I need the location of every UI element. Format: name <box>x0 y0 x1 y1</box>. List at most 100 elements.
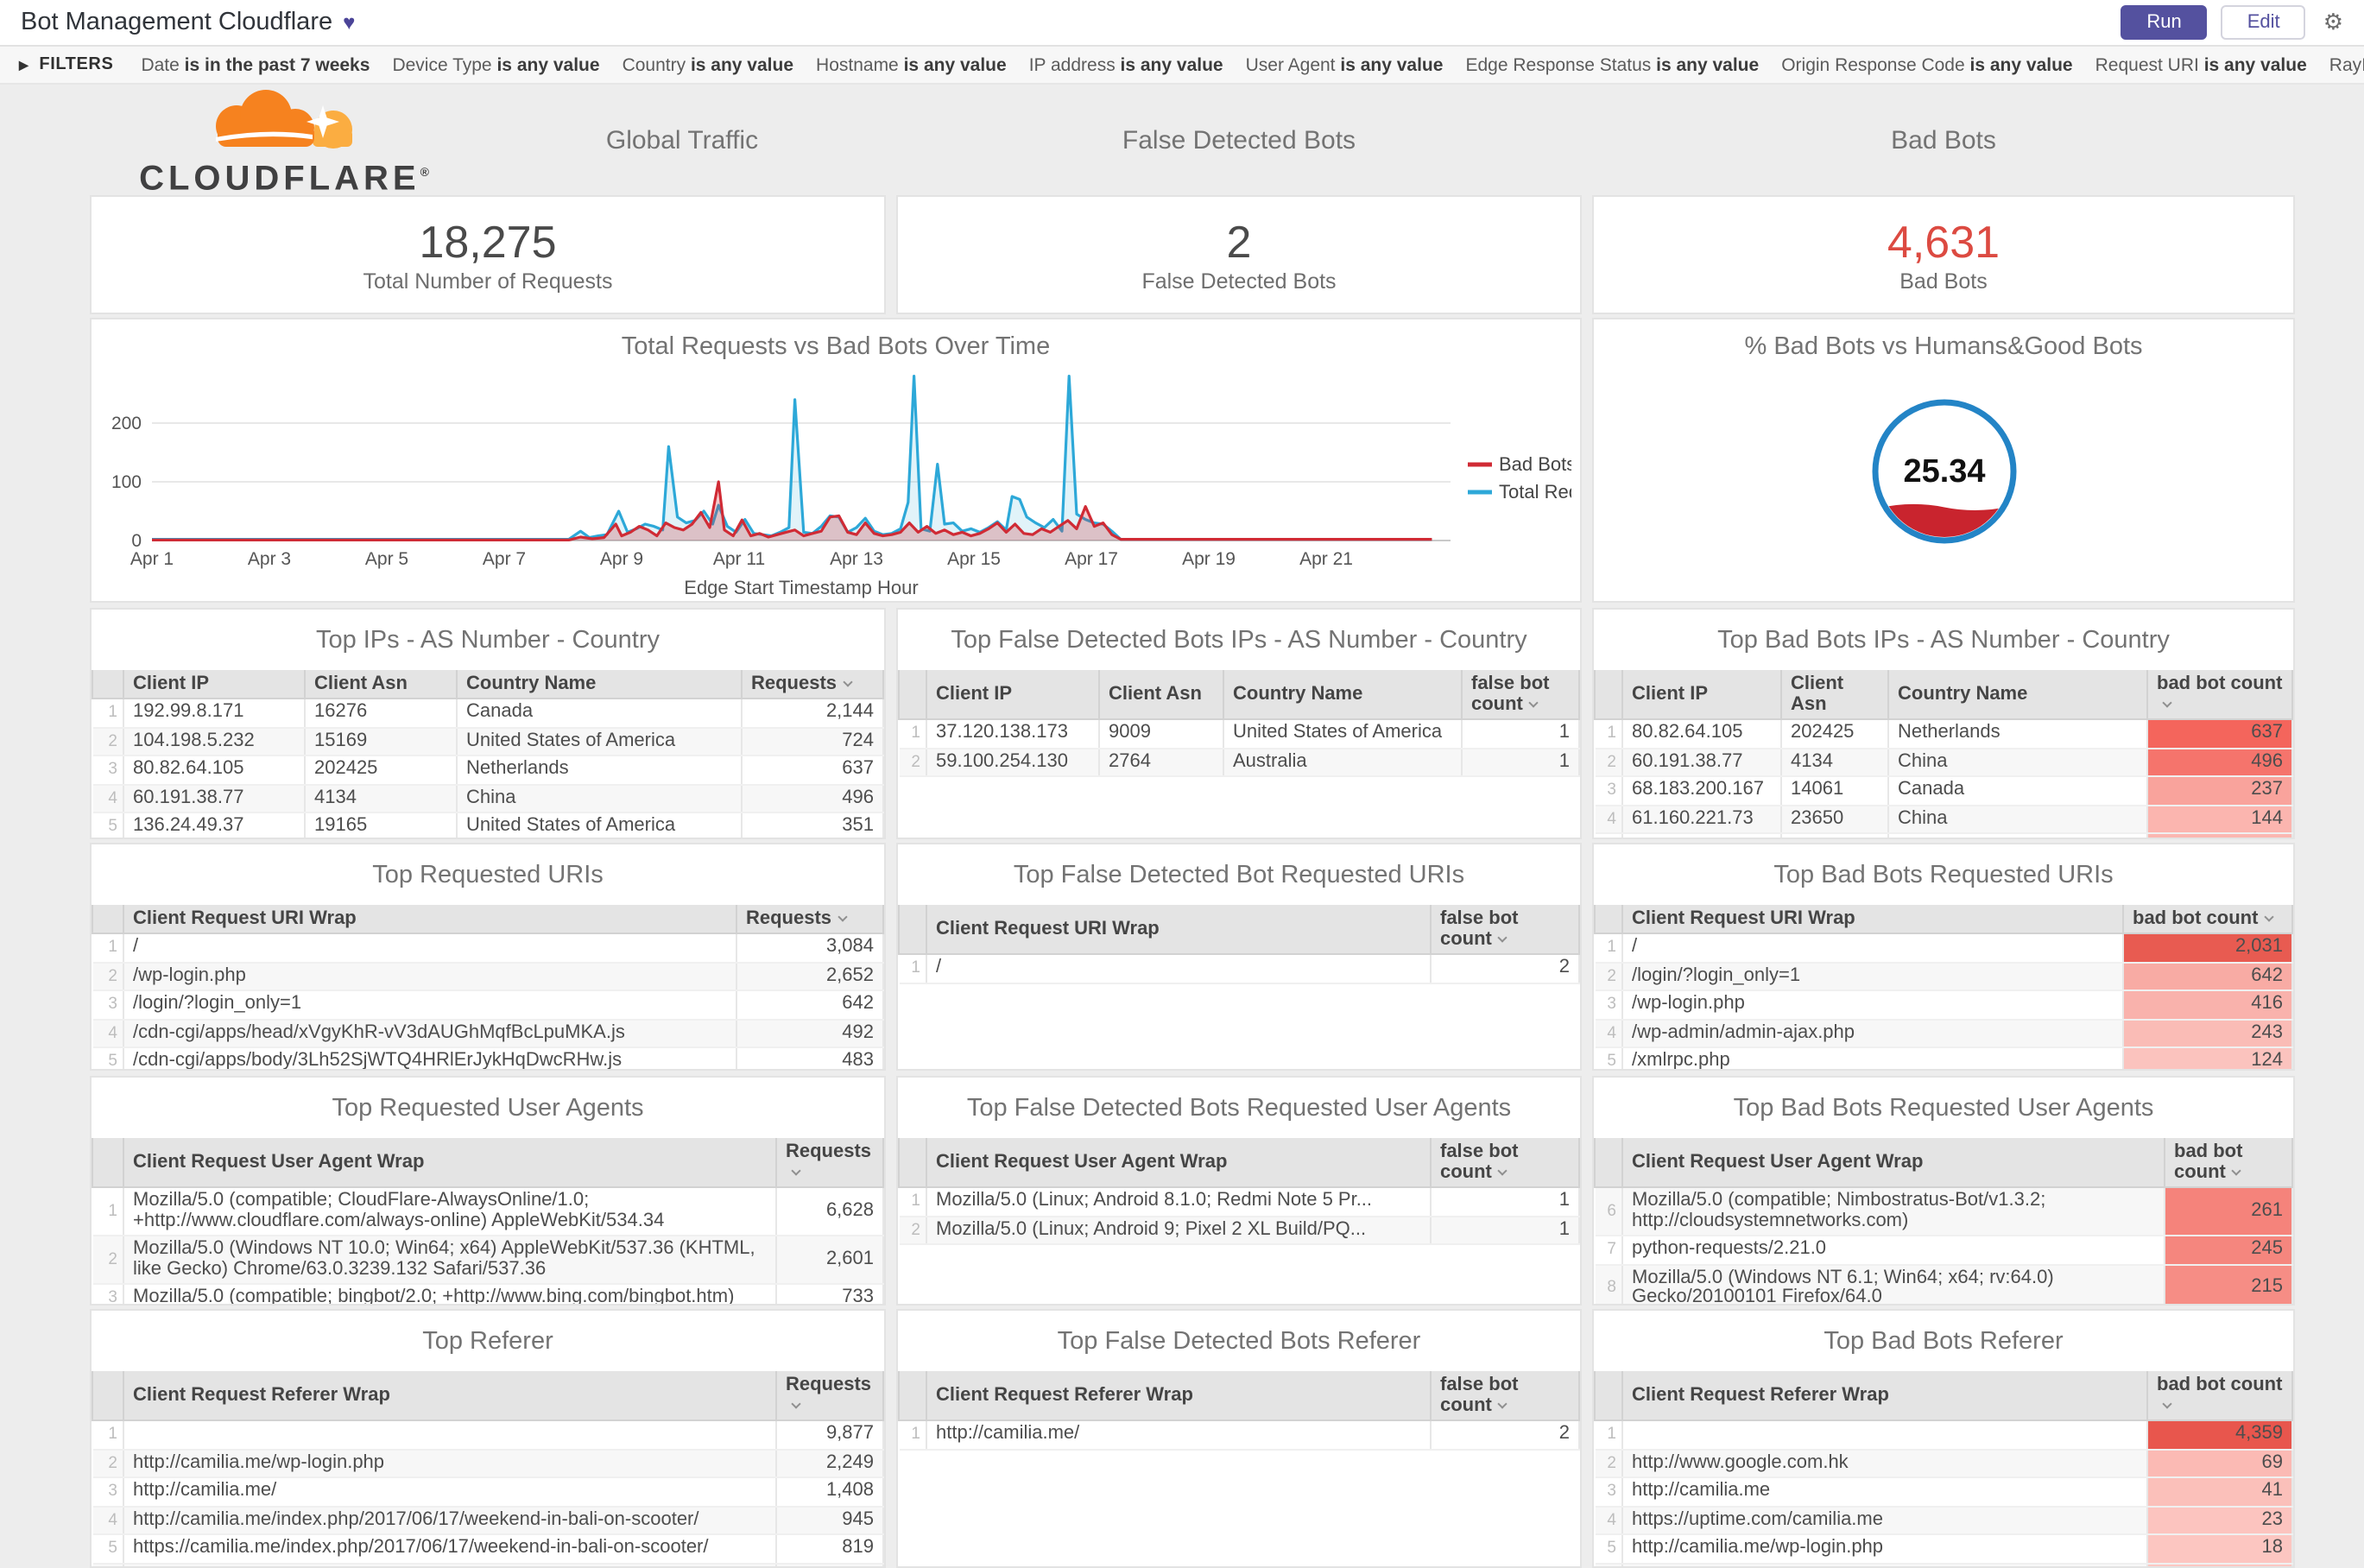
column-header-v[interactable]: Requests <box>775 1371 884 1421</box>
column-header-ref[interactable]: Client Request Referer Wrap <box>926 1371 1432 1421</box>
column-header-v[interactable]: Requests <box>741 670 884 699</box>
cell-ref <box>123 1420 777 1450</box>
filter-item[interactable]: Hostname is any value <box>816 54 1007 75</box>
column-header-country[interactable]: Country Name <box>1887 670 2148 720</box>
filter-item[interactable]: Edge Response Status is any value <box>1465 54 1759 75</box>
panel-top-ips: Top IPs - AS Number - Country Client IP C… <box>90 608 886 839</box>
row-number: 5 <box>1595 1047 1623 1069</box>
cell-uri: /wp-admin/admin-ajax.php <box>1622 1019 2124 1048</box>
column-header-asn[interactable]: Client Asn <box>1098 670 1224 720</box>
cell-v: 733 <box>776 1284 884 1304</box>
cell-uri: /xmlrpc.php <box>1622 1047 2124 1069</box>
gauge-plot: 25.34 <box>1871 399 2016 544</box>
column-header-country[interactable]: Country Name <box>456 670 743 699</box>
table-row: 1/2,031 <box>1595 933 2293 963</box>
column-header-v[interactable]: bad bot count <box>2146 670 2293 720</box>
filter-item[interactable]: Device Type is any value <box>392 54 599 75</box>
table-row: 1 9,877 <box>92 1420 884 1450</box>
cell-v: 3,084 <box>736 933 884 963</box>
filter-item[interactable]: Origin Response Code is any value <box>1781 54 2072 75</box>
chart-title: Total Requests vs Bad Bots Over Time <box>621 333 1051 361</box>
gridlines: 0 100 200 Apr 1 Apr 3 Apr 5 Apr 7 Apr 9 Apr 11 Ap… <box>111 414 1451 598</box>
column-header-v[interactable]: bad bot count <box>2122 905 2293 934</box>
column-header-ua[interactable]: Client Request User Agent Wrap <box>926 1138 1432 1188</box>
filter-item[interactable]: Country is any value <box>623 54 793 75</box>
column-header-uri[interactable]: Client Request URI Wrap <box>1621 905 2124 934</box>
cell-country: Canada <box>1888 776 2148 806</box>
section-header-band: CLOUDFLARE® Global Traffic False Detecte… <box>90 85 2364 196</box>
row-number: 4 <box>92 784 124 813</box>
column-header-v[interactable]: Requests <box>775 1138 884 1188</box>
table-row: 1/2 <box>899 954 1580 983</box>
cell-country: China <box>457 784 743 813</box>
filter-name: Device Type <box>392 54 497 75</box>
column-header-uri[interactable]: Client Request URI Wrap <box>926 905 1432 955</box>
column-header-asn[interactable]: Client Asn <box>1780 670 1889 720</box>
kpi-label: Total Number of Requests <box>363 269 613 294</box>
column-header-asn[interactable]: Client Asn <box>304 670 458 699</box>
filters-toggle[interactable]: ▶ FILTERS <box>19 55 113 74</box>
sort-chevron-icon <box>2162 698 2172 708</box>
column-header-ua[interactable]: Client Request User Agent Wrap <box>123 1138 777 1188</box>
page-title: Bot Management Cloudflare <box>21 9 333 36</box>
cell-v: 6,628 <box>776 1187 884 1236</box>
filter-item[interactable]: User Agent is any value <box>1246 54 1444 75</box>
filter-item[interactable]: Request URI is any value <box>2095 54 2307 75</box>
cell-country: Netherlands <box>457 756 743 785</box>
panel-top-uris: Top Requested URIs Client Request URI Wr… <box>90 843 886 1071</box>
filter-item[interactable]: Date is in the past 7 weeks <box>141 54 370 75</box>
filter-value: is any value <box>690 54 794 75</box>
filter-item[interactable]: IP address is any value <box>1029 54 1223 75</box>
svg-text:Apr 11: Apr 11 <box>713 549 765 569</box>
kpi-label: False Detected Bots <box>1141 269 1337 294</box>
column-header-v[interactable]: bad bot count <box>2164 1138 2293 1188</box>
table-row: 6 Mozilla/5.0 (compatible; Nimbostratus-B… <box>1595 1187 2293 1236</box>
data-table: Client Request Referer Wrap Requests 1 9,87… <box>92 1371 884 1566</box>
svg-text:Bad Bots: Bad Bots <box>1499 453 1571 475</box>
cell-ip: 80.82.64.105 <box>1622 719 1782 749</box>
column-header-uri[interactable]: Client Request URI Wrap <box>123 905 737 934</box>
column-header-ip[interactable]: Client IP <box>926 670 1100 720</box>
filter-value: is any value <box>1120 54 1223 75</box>
run-button[interactable]: Run <box>2121 5 2208 40</box>
cell-v: 642 <box>2123 962 2293 991</box>
cell-ip: 136.24.49.37 <box>123 812 306 838</box>
column-header-ip[interactable]: Client IP <box>123 670 306 699</box>
cell-ip: 61.160.221.73 <box>1622 805 1782 834</box>
row-number: 6 <box>1595 1563 1623 1566</box>
header-cell-global: CLOUDFLARE® Global Traffic <box>90 85 886 196</box>
column-header-ref[interactable]: Client Request Referer Wrap <box>1621 1371 2148 1421</box>
table-row: 8 Mozilla/5.0 (Windows NT 6.1; Win64; x64… <box>1595 1264 2293 1304</box>
row-number: 2 <box>1595 1449 1623 1478</box>
column-header-v[interactable]: Requests <box>736 905 884 934</box>
column-header-ip[interactable]: Client IP <box>1621 670 1782 720</box>
kpi-row: 18,275 Total Number of Requests 2 False … <box>90 195 2364 314</box>
panel-title: Top IPs - AS Number - Country <box>315 627 661 654</box>
svg-text:Apr 13: Apr 13 <box>830 549 883 569</box>
cell-ref: http://camilia.me/index.php/2017/06/17/w… <box>123 1506 777 1535</box>
column-header-v[interactable]: false bot count <box>1461 670 1580 720</box>
row-number: 2 <box>92 727 124 756</box>
gear-icon[interactable]: ⚙ <box>2323 9 2343 36</box>
row-number: 3 <box>1595 776 1623 806</box>
column-header-v[interactable]: false bot count <box>1430 905 1580 955</box>
table-row: 4/wp-admin/admin-ajax.php 243 <box>1595 1019 2293 1048</box>
kpi-label: Bad Bots <box>1899 269 1988 294</box>
column-header-v[interactable]: false bot count <box>1430 1371 1580 1421</box>
cell-ref: https://camilia.me/ <box>123 1563 777 1566</box>
column-header-country[interactable]: Country Name <box>1223 670 1463 720</box>
cell-ref: http://camilia.me/ <box>1622 1563 2148 1566</box>
column-header-v[interactable]: false bot count <box>1430 1138 1580 1188</box>
column-header-ref[interactable]: Client Request Referer Wrap <box>123 1371 777 1421</box>
table-row: 6https://camilia.me/458 <box>92 1563 884 1566</box>
table-row: 1 4,359 <box>1595 1420 2293 1450</box>
panel-gauge: % Bad Bots vs Humans&Good Bots 25.34 <box>1592 318 2295 603</box>
cell-v: 1 <box>1431 1187 1580 1217</box>
filter-item[interactable]: RayID is any value <box>2329 54 2364 75</box>
column-header-ua[interactable]: Client Request User Agent Wrap <box>1621 1138 2165 1188</box>
column-header-v[interactable]: bad bot count <box>2146 1371 2293 1421</box>
cell-ua: Mozilla/5.0 (Windows NT 6.1; Win64; x64;… <box>1622 1264 2165 1304</box>
data-table: Client Request User Agent Wrap false bot … <box>898 1138 1580 1245</box>
table-false-uas: Client Request User Agent Wrap false bot … <box>898 1138 1580 1245</box>
edit-button[interactable]: Edit <box>2221 5 2306 40</box>
